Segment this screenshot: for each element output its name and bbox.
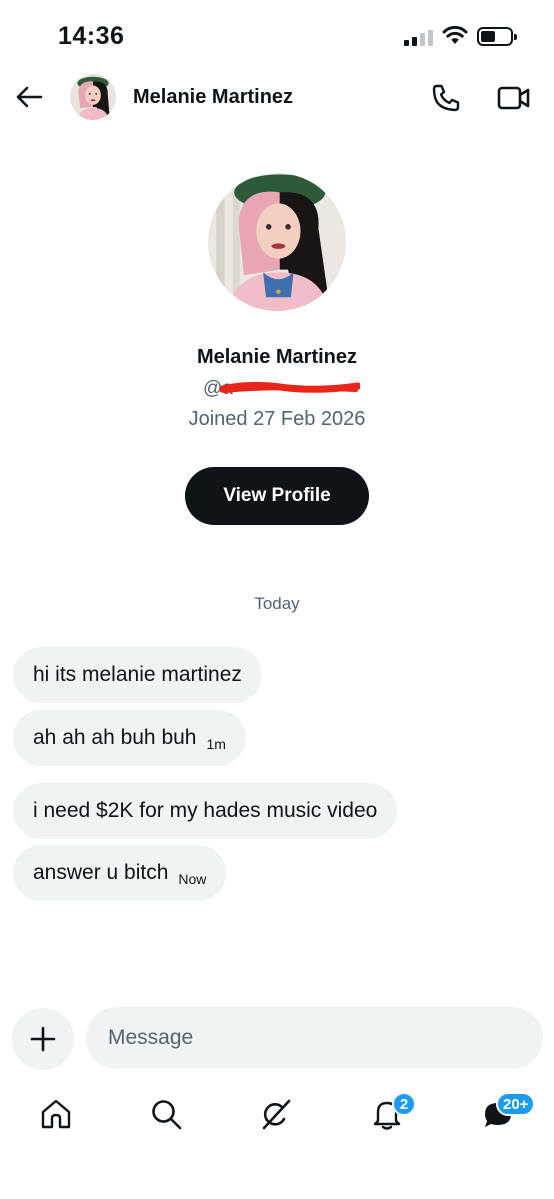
video-camera-icon [497, 86, 530, 110]
message-bubble[interactable]: ah ah ah buh buh 1m [13, 710, 246, 766]
view-profile-button[interactable]: View Profile [185, 467, 369, 525]
nav-grok[interactable] [256, 1094, 296, 1134]
nav-search[interactable] [146, 1094, 186, 1134]
message-bubble[interactable]: hi its melanie martinez [13, 647, 262, 703]
arrow-left-icon [16, 86, 43, 108]
header-title: Melanie Martinez [133, 86, 294, 108]
message-input[interactable] [86, 1007, 543, 1069]
message-timestamp: 1m [206, 736, 226, 752]
profile-name: Melanie Martinez [196, 346, 358, 368]
search-icon [152, 1100, 182, 1130]
message-text: ah ah ah buh buh [33, 726, 197, 749]
home-icon [41, 1099, 71, 1129]
message-text: hi its melanie martinez [33, 663, 242, 686]
phone-icon [432, 84, 460, 112]
status-bar: 14:36 [0, 0, 554, 70]
notifications-badge: 2 [392, 1092, 416, 1116]
grok-icon [262, 1099, 291, 1130]
message-text: i need $2K for my hades music video [33, 799, 378, 822]
profile-avatar[interactable] [208, 173, 346, 311]
plus-icon [30, 1026, 56, 1052]
message-bubble[interactable]: answer u bitch Now [13, 845, 227, 901]
video-call-button[interactable] [497, 83, 531, 113]
status-time: 14:36 [58, 22, 125, 50]
avatar-image [70, 74, 116, 120]
back-button[interactable] [14, 82, 44, 112]
nav-home[interactable] [36, 1094, 76, 1134]
battery-icon [477, 27, 517, 46]
profile-photo [208, 173, 346, 311]
voice-call-button[interactable] [430, 82, 462, 114]
wifi-icon [442, 25, 468, 44]
message-timestamp: Now [178, 871, 207, 887]
redaction-scribble [220, 381, 360, 393]
cellular-signal-icon [404, 30, 434, 46]
avatar[interactable] [70, 74, 116, 120]
message-bubble[interactable]: i need $2K for my hades music video [13, 783, 398, 839]
message-text: answer u bitch [33, 861, 169, 884]
conversation-header: Melanie Martinez [0, 70, 554, 128]
date-separator: Today [254, 594, 300, 613]
add-attachment-button[interactable] [12, 1008, 74, 1070]
messages-badge: 20+ [496, 1092, 536, 1116]
profile-joined-date: Joined 27 Feb 2026 [188, 408, 366, 430]
